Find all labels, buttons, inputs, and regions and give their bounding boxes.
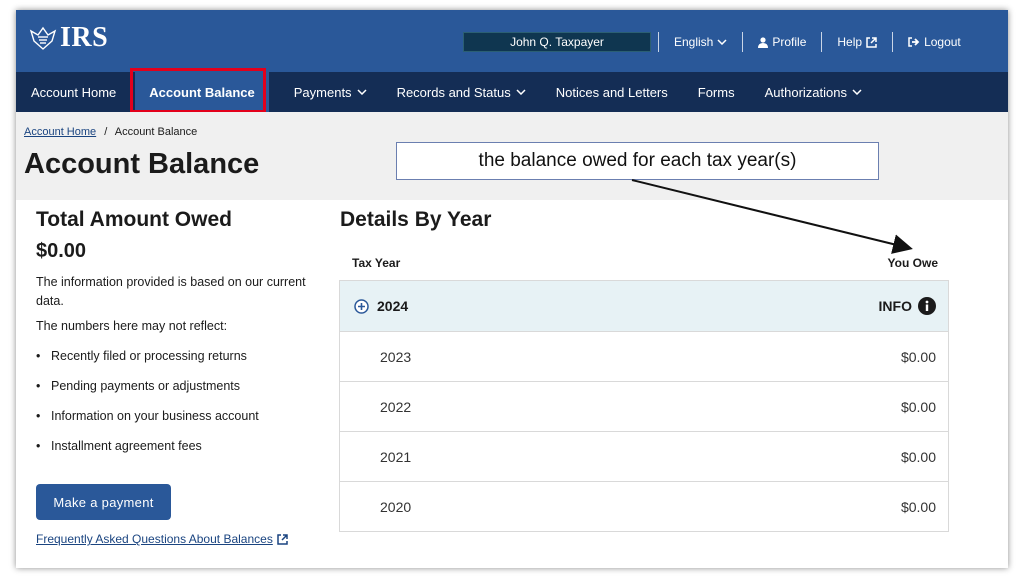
nav-label: Forms [697, 84, 735, 100]
total-owed-heading: Total Amount Owed [36, 208, 232, 231]
irs-logo[interactable]: IRS [28, 22, 108, 54]
profile-link[interactable]: Profile [742, 32, 821, 52]
total-owed-amount: $0.00 [36, 240, 87, 262]
eagle-emblem-icon [29, 26, 57, 50]
info-icon[interactable] [918, 297, 936, 315]
help-link[interactable]: Help [821, 32, 892, 52]
annotation-callout: the balance owed for each tax year(s) [396, 142, 879, 180]
nav-forms[interactable]: Forms [683, 72, 750, 112]
table-row: 2022 $0.00 [340, 381, 948, 431]
table-row: 2023 $0.00 [340, 331, 948, 381]
external-link-icon [277, 533, 288, 545]
list-item-text: Installment agreement fees [51, 439, 202, 453]
logout-link[interactable]: Logout [892, 32, 976, 52]
list-item: Recently filed or processing returns [36, 341, 326, 371]
make-payment-button[interactable]: Make a payment [36, 484, 171, 520]
table-row-expandable[interactable]: 2024 INFO [340, 281, 948, 331]
list-item-text: Information on your business account [51, 409, 259, 423]
nav-label: Account Home [31, 84, 117, 100]
breadcrumb-home-link[interactable]: Account Home [24, 126, 96, 138]
row-year-text: 2022 [380, 398, 412, 415]
logout-label: Logout [924, 35, 961, 49]
utility-links: English Profile Help Logout [658, 32, 976, 52]
logout-icon [908, 37, 920, 47]
row-owe-text: INFO [878, 298, 912, 314]
details-heading: Details By Year [340, 208, 492, 231]
nav-authorizations[interactable]: Authorizations [750, 72, 877, 112]
row-year-text: 2020 [380, 498, 412, 515]
details-table: 2024 INFO 2023 $0.00 2022 $0.00 2021 $0.… [339, 280, 949, 532]
faq-link[interactable]: Frequently Asked Questions About Balance… [36, 532, 288, 546]
nav-payments[interactable]: Payments [279, 72, 382, 112]
row-year-text: 2021 [380, 448, 412, 465]
breadcrumb-current: Account Balance [114, 126, 198, 138]
list-item-text: Pending payments or adjustments [51, 379, 240, 393]
nav-account-balance[interactable]: Account Balance [135, 72, 269, 112]
row-owe-text: $0.00 [900, 448, 936, 465]
nav-records-and-status[interactable]: Records and Status [382, 72, 541, 112]
total-owed-panel: Total Amount Owed $0.00 The information … [36, 208, 326, 546]
column-header-tax-year: Tax Year [352, 256, 401, 270]
row-owe-text: $0.00 [900, 348, 936, 365]
nav-label: Notices and Letters [555, 84, 668, 100]
breadcrumb: Account Home / Account Balance [24, 126, 197, 138]
nav-notices-and-letters[interactable]: Notices and Letters [541, 72, 683, 112]
column-header-you-owe: You Owe [887, 256, 938, 270]
chevron-down-icon [357, 89, 367, 95]
chevron-down-icon [516, 89, 526, 95]
nav-label: Account Balance [149, 84, 255, 100]
user-icon [758, 36, 769, 48]
row-year-text: 2024 [377, 298, 409, 314]
list-item: Installment agreement fees [36, 431, 326, 461]
site-header: IRS John Q. Taxpayer English Profile Hel… [16, 10, 1008, 72]
page-title: Account Balance [24, 148, 260, 180]
disclaimer-list: Recently filed or processing returns Pen… [36, 341, 326, 461]
language-label: English [674, 35, 714, 49]
page-header-band: Account Home / Account Balance Account B… [16, 112, 1008, 200]
list-item: Information on your business account [36, 401, 326, 431]
row-owe-text: $0.00 [900, 398, 936, 415]
row-year-text: 2023 [380, 348, 412, 365]
info-text: The information provided is based on our… [36, 275, 306, 308]
nav-label: Records and Status [396, 84, 511, 100]
row-owe-text: $0.00 [900, 498, 936, 515]
table-row: 2020 $0.00 [340, 481, 948, 531]
profile-label: Profile [772, 35, 807, 49]
language-selector[interactable]: English [658, 32, 742, 52]
row-year: 2024 [354, 298, 408, 314]
external-link-icon [866, 36, 877, 48]
nav-label: Payments [293, 84, 352, 100]
user-name-display: John Q. Taxpayer [463, 32, 651, 52]
breadcrumb-separator: / [104, 126, 108, 138]
main-nav: Account Home Account Balance Payments Re… [16, 72, 1008, 112]
chevron-down-icon [717, 39, 727, 45]
irs-window: IRS John Q. Taxpayer English Profile Hel… [16, 10, 1008, 568]
plus-circle-icon[interactable] [354, 298, 369, 314]
row-owe: INFO [879, 297, 936, 315]
may-not-reflect-text: The numbers here may not reflect: [36, 319, 228, 333]
help-label: Help [837, 35, 863, 49]
nav-label: Authorizations [764, 84, 847, 100]
logo-text: IRS [60, 22, 109, 53]
table-row: 2021 $0.00 [340, 431, 948, 481]
list-item: Pending payments or adjustments [36, 371, 326, 401]
list-item-text: Recently filed or processing returns [51, 349, 247, 363]
nav-account-home[interactable]: Account Home [16, 72, 131, 112]
chevron-down-icon [852, 89, 862, 95]
faq-link-text: Frequently Asked Questions About Balance… [36, 532, 273, 546]
